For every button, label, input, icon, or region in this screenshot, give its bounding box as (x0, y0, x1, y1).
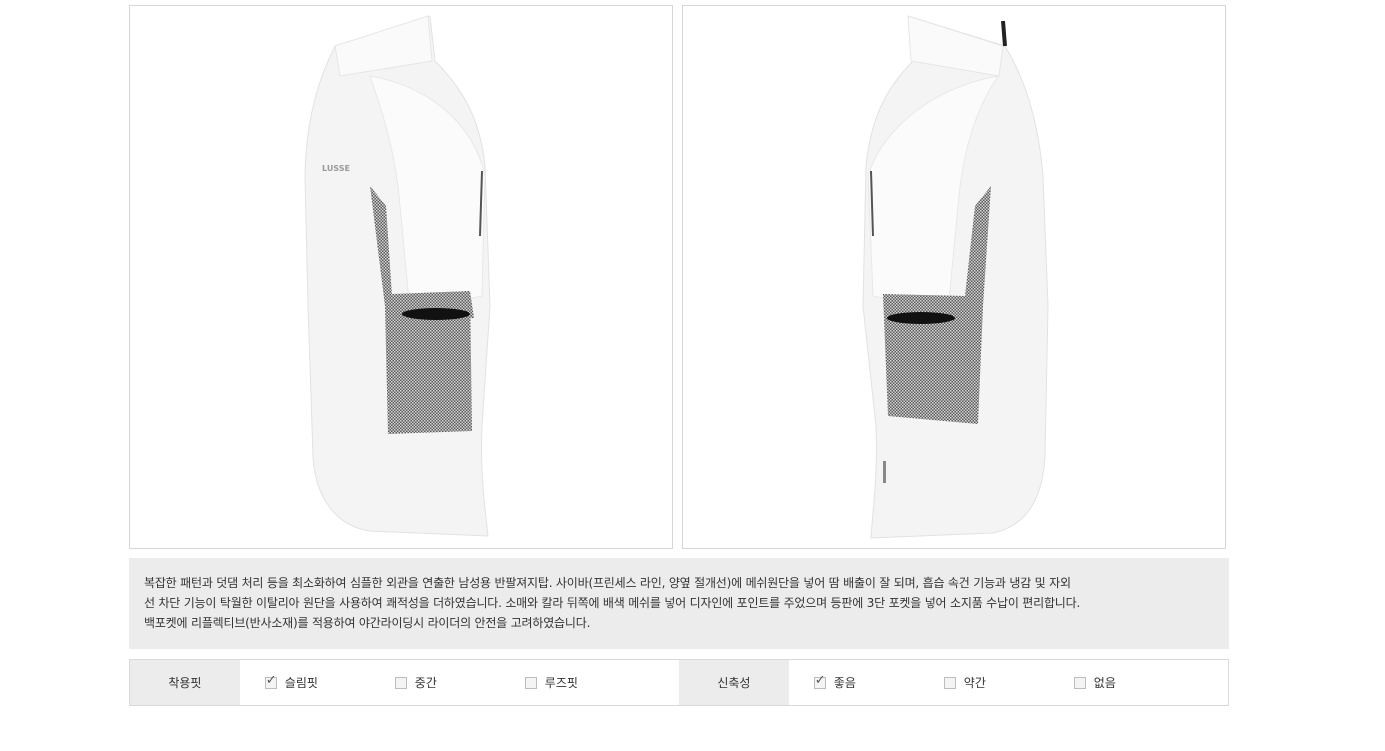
checkbox[interactable]: ✓ (264, 672, 277, 689)
option-label: 좋음 (833, 676, 856, 690)
stretch-option-good[interactable]: ✓ 좋음 (789, 672, 919, 691)
option-label: 약간 (963, 676, 986, 690)
option-label: 루즈핏 (544, 676, 578, 690)
checkbox[interactable] (394, 676, 407, 689)
fit-option-medium[interactable]: 중간 (370, 674, 500, 691)
description-line: 선 차단 기능이 탁월한 이탈리아 원단을 사용하여 쾌적성을 더하였습니다. … (144, 596, 1081, 610)
fit-label: 착용핏 (130, 660, 240, 705)
check-icon: ✓ (814, 672, 826, 688)
product-image-side-left: LUSSE (129, 5, 673, 549)
checkbox[interactable] (1073, 676, 1086, 689)
stretch-option-some[interactable]: 약간 (919, 674, 1049, 691)
description-line: 백포켓에 리플렉티브(반사소재)를 적용하여 야간라이딩시 라이더의 안전을 고… (144, 616, 591, 630)
stretch-option-none[interactable]: 없음 (1049, 674, 1179, 691)
fit-options: ✓ 슬림핏 중간 루즈핏 (240, 660, 679, 705)
option-label: 슬림핏 (284, 676, 318, 690)
checkbox[interactable] (943, 676, 956, 689)
jersey-side-left-illustration: LUSSE (304, 15, 491, 537)
spec-table: 착용핏 ✓ 슬림핏 중간 루즈핏 신축성 ✓ 좋음 약간 없음 (129, 659, 1229, 706)
checkbox[interactable]: ✓ (813, 672, 826, 689)
product-description: 복잡한 패턴과 덧댐 처리 등을 최소화하여 심플한 외관을 연출한 남성용 반… (129, 558, 1229, 649)
fit-option-loose[interactable]: 루즈핏 (500, 674, 630, 691)
stretch-label: 신축성 (679, 660, 789, 705)
check-icon: ✓ (265, 672, 277, 688)
option-label: 중간 (414, 676, 437, 690)
jersey-side-right-illustration (862, 15, 1049, 539)
fit-option-slim[interactable]: ✓ 슬림핏 (240, 672, 370, 691)
option-label: 없음 (1093, 676, 1116, 690)
product-image-side-right (682, 5, 1226, 549)
jersey-logo: LUSSE (322, 164, 350, 173)
description-line: 복잡한 패턴과 덧댐 처리 등을 최소화하여 심플한 외관을 연출한 남성용 반… (144, 576, 1071, 590)
checkbox[interactable] (524, 676, 537, 689)
stretch-options: ✓ 좋음 약간 없음 (789, 660, 1228, 705)
